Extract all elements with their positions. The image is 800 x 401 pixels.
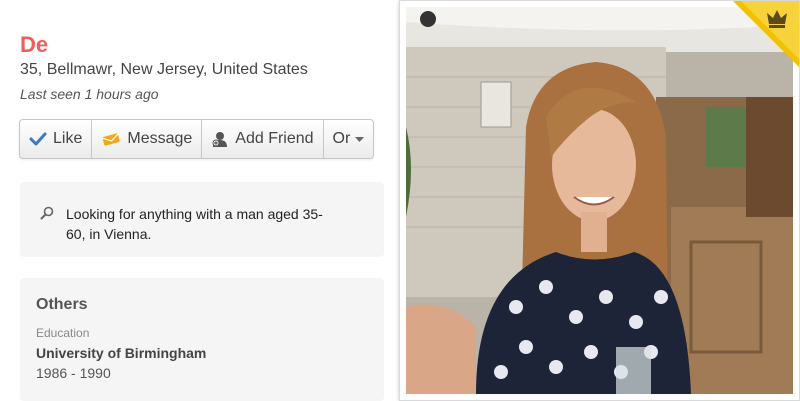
search-icon — [40, 206, 54, 225]
looking-for-box: Looking for anything with a man aged 35-… — [20, 182, 384, 257]
education-school: University of Birmingham — [36, 345, 207, 361]
like-label: Like — [53, 130, 83, 147]
others-title: Others — [36, 296, 88, 313]
add-friend-button[interactable]: Add Friend — [202, 120, 324, 158]
premium-badge — [733, 1, 799, 67]
message-button[interactable]: Message — [92, 120, 203, 158]
profile-photo-frame[interactable] — [399, 0, 800, 401]
last-seen-status: Last seen 1 hours ago — [20, 86, 159, 102]
checkmark-icon — [29, 132, 47, 146]
profile-info-panel: De 35, Bellmawr, New Jersey, United Stat… — [0, 0, 400, 401]
or-label: Or — [332, 130, 351, 147]
profile-location: 35, Bellmawr, New Jersey, United States — [20, 61, 308, 78]
profile-name: De — [20, 32, 49, 57]
education-label: Education — [36, 326, 90, 340]
message-label: Message — [127, 130, 193, 147]
others-box: Others Education University of Birmingha… — [20, 278, 384, 401]
add-friend-icon — [211, 130, 229, 148]
education-years: 1986 - 1990 — [36, 365, 111, 381]
like-button[interactable]: Like — [20, 120, 93, 158]
caret-down-icon — [355, 136, 365, 142]
add-friend-label: Add Friend — [235, 130, 314, 147]
looking-for-text: Looking for anything with a man aged 35-… — [66, 206, 323, 242]
message-icon — [101, 132, 121, 146]
or-dropdown-button[interactable]: Or — [324, 120, 374, 158]
profile-actions-group: Like Message Add Friend Or — [19, 119, 375, 159]
